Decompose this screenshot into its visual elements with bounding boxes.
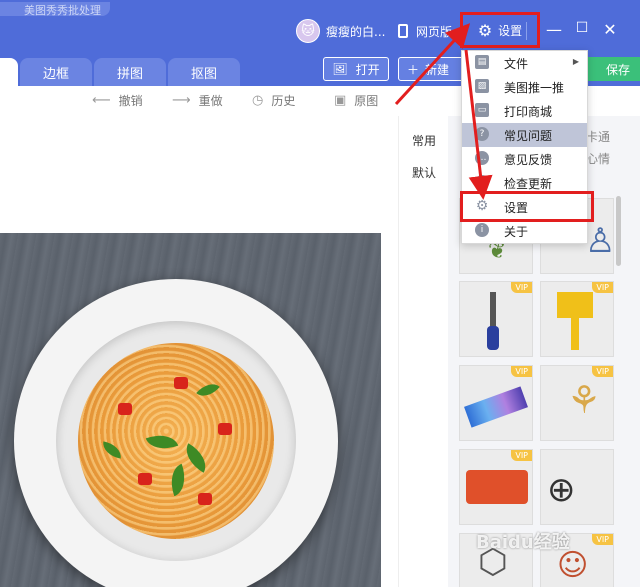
document-tab-label: 美图秀秀批处理 bbox=[24, 4, 101, 17]
sticker-scrollbar[interactable] bbox=[616, 196, 621, 266]
sticker-item[interactable]: VIP bbox=[540, 281, 614, 357]
tab-home[interactable] bbox=[0, 58, 18, 86]
basil-leaf bbox=[100, 441, 124, 459]
basil-leaf bbox=[164, 463, 192, 497]
menu-item-label: 打印商城 bbox=[504, 104, 553, 119]
baidu-watermark: Baidu经验 bbox=[476, 532, 570, 553]
tab-common[interactable]: 常用 bbox=[399, 132, 449, 149]
original-button[interactable]: ▣ 原图 bbox=[334, 92, 378, 109]
feedback-icon: … bbox=[475, 151, 489, 165]
tomato-piece bbox=[218, 423, 232, 435]
menu-item-file[interactable]: ▤ 文件 ▶ bbox=[462, 51, 587, 75]
tab-collage-label: 拼图 bbox=[116, 66, 143, 82]
spaghetti bbox=[78, 343, 274, 539]
new-button[interactable]: ＋ 新建 bbox=[398, 57, 464, 81]
file-icon: ▤ bbox=[475, 55, 489, 69]
original-label: 原图 bbox=[354, 94, 379, 108]
plus-icon: ＋ bbox=[407, 62, 420, 77]
sticker-item[interactable]: VIP bbox=[459, 365, 533, 441]
menu-item-label: 美图推一推 bbox=[504, 80, 565, 95]
edit-toolbar: ⟵ 撤销 ⟶ 重做 ◷ 历史 ▣ 原图 bbox=[0, 86, 400, 116]
redo-button[interactable]: ⟶ 重做 bbox=[172, 92, 223, 109]
tab-cutout[interactable]: 抠图 bbox=[168, 58, 240, 86]
menu-item-label: 意见反馈 bbox=[504, 152, 553, 167]
pasta-photo[interactable] bbox=[0, 233, 381, 587]
maximize-button[interactable]: ☐ bbox=[571, 20, 593, 36]
close-button[interactable]: ✕ bbox=[599, 20, 621, 39]
user-account[interactable]: 🐱 瘦瘦的白... bbox=[296, 18, 385, 44]
web-version-label: 网页版 bbox=[416, 24, 453, 39]
vip-badge: VIP bbox=[511, 450, 532, 461]
sticker-item[interactable]: ⊕ bbox=[540, 449, 614, 525]
menu-item-feedback[interactable]: … 意见反馈 bbox=[462, 147, 587, 171]
undo-button[interactable]: ⟵ 撤销 bbox=[92, 92, 143, 109]
menu-item-print-shop[interactable]: ▭ 打印商城 bbox=[462, 99, 587, 123]
phone-icon bbox=[398, 24, 408, 38]
info-icon: i bbox=[475, 223, 489, 237]
basil-leaf bbox=[179, 443, 213, 473]
save-button[interactable]: 保存 bbox=[582, 57, 640, 81]
user-name: 瘦瘦的白... bbox=[326, 24, 386, 39]
plate bbox=[14, 279, 338, 587]
sticker-item[interactable]: VIP bbox=[459, 281, 533, 357]
minimize-button[interactable]: — bbox=[543, 20, 565, 39]
open-button[interactable]: 🖼 打开 bbox=[323, 57, 389, 81]
save-label: 保存 bbox=[605, 62, 630, 77]
editor-canvas[interactable] bbox=[0, 116, 398, 587]
vip-badge: VIP bbox=[511, 366, 532, 377]
tomato-piece bbox=[118, 403, 132, 415]
menu-item-about[interactable]: i 关于 bbox=[462, 219, 587, 243]
tab-border[interactable]: 边框 bbox=[20, 58, 92, 86]
settings-button[interactable]: ⚙ 设置 bbox=[460, 12, 540, 48]
vip-badge: VIP bbox=[592, 534, 613, 545]
image-icon: ▨ bbox=[475, 79, 489, 93]
settings-label: 设置 bbox=[498, 23, 523, 38]
sticker-item[interactable]: VIP bbox=[459, 449, 533, 525]
vip-badge: VIP bbox=[592, 366, 613, 377]
plate-center bbox=[56, 321, 296, 561]
title-separator bbox=[526, 22, 527, 40]
vip-badge: VIP bbox=[511, 282, 532, 293]
new-label: 新建 bbox=[425, 62, 450, 77]
menu-item-faq[interactable]: ? 常见问题 bbox=[462, 123, 587, 147]
update-icon: ↻ bbox=[475, 175, 489, 189]
history-label: 历史 bbox=[271, 94, 296, 108]
question-icon: ? bbox=[475, 127, 489, 141]
vip-badge: VIP bbox=[592, 282, 613, 293]
printer-icon: ▭ bbox=[475, 103, 489, 117]
tomato-piece bbox=[174, 377, 188, 389]
category-mood[interactable]: 心情 bbox=[586, 150, 610, 167]
redo-arrow-icon: ⟶ bbox=[172, 93, 191, 108]
settings-highlight-box bbox=[460, 191, 594, 222]
category-cartoon[interactable]: 卡通 bbox=[586, 128, 610, 145]
gear-icon: ⚙ bbox=[477, 20, 493, 40]
submenu-arrow-icon: ▶ bbox=[572, 57, 579, 66]
open-label: 打开 bbox=[355, 62, 380, 77]
sticker-category-tabs: 常用 默认 bbox=[398, 116, 449, 587]
tomato-piece bbox=[138, 473, 152, 485]
picture-icon: ▣ bbox=[334, 93, 347, 108]
menu-item-label: 常见问题 bbox=[504, 128, 553, 143]
undo-arrow-icon: ⟵ bbox=[92, 93, 111, 108]
menu-item-label: 文件 bbox=[504, 56, 529, 71]
basil-leaf bbox=[196, 377, 220, 403]
clock-icon: ◷ bbox=[252, 93, 264, 108]
basil-leaf bbox=[145, 428, 179, 456]
sticker-item[interactable]: VIP ⚘ bbox=[540, 365, 614, 441]
history-button[interactable]: ◷ 历史 bbox=[252, 92, 295, 109]
tab-cutout-label: 抠图 bbox=[190, 66, 217, 82]
tab-collage[interactable]: 拼图 bbox=[94, 58, 166, 86]
image-icon: 🖼 bbox=[332, 62, 348, 76]
menu-item-label: 检查更新 bbox=[504, 176, 553, 191]
redo-label: 重做 bbox=[198, 94, 223, 108]
tomato-piece bbox=[198, 493, 212, 505]
tab-default[interactable]: 默认 bbox=[399, 164, 449, 181]
avatar: 🐱 bbox=[296, 19, 320, 43]
menu-item-meitu-push[interactable]: ▨ 美图推一推 bbox=[462, 75, 587, 99]
title-bar: 美图秀秀批处理 🐱 瘦瘦的白... 网页版 ⚙ 设置 — ☐ ✕ bbox=[0, 0, 640, 54]
undo-label: 撤销 bbox=[118, 94, 143, 108]
menu-item-label: 关于 bbox=[504, 224, 529, 239]
web-version-button[interactable]: 网页版 bbox=[398, 18, 452, 44]
tab-border-label: 边框 bbox=[42, 66, 69, 82]
